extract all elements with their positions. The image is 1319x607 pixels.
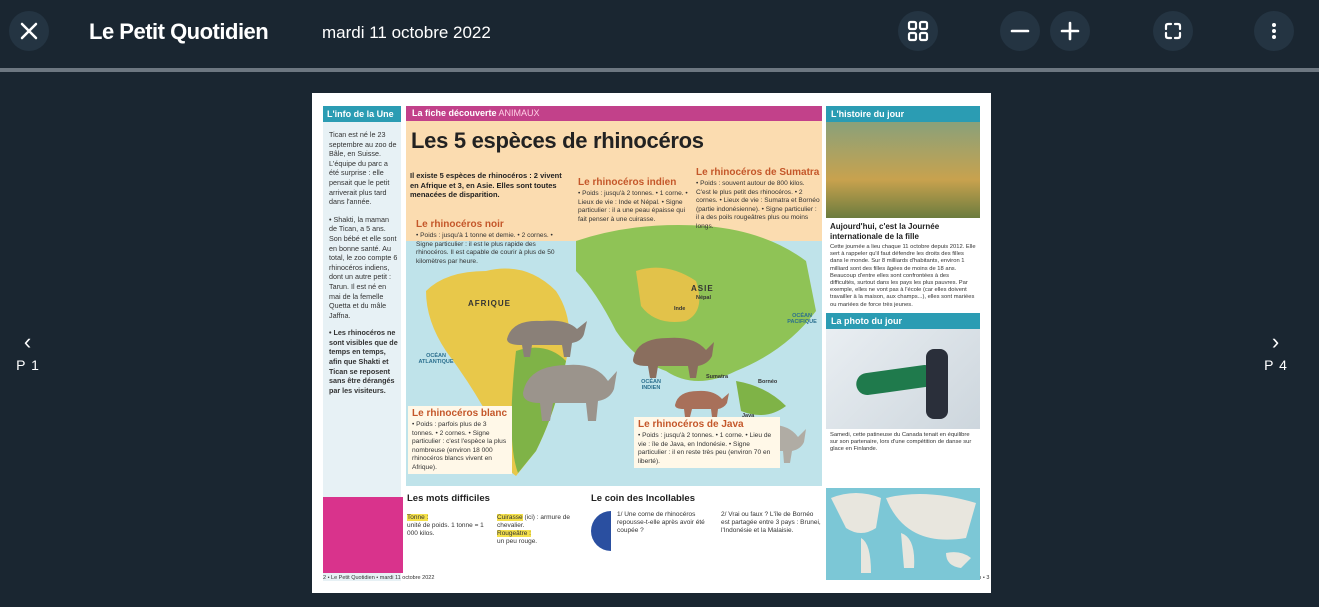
question-2: 2/ Vrai ou faux ? L'île de Bornéo est pa…: [721, 511, 821, 534]
label-ocean-pacifique: OCÉAN PACIFIQUE: [787, 313, 817, 325]
close-icon: [20, 22, 38, 40]
photo-caption: Samedi, cette patineuse du Canada tenait…: [830, 431, 972, 453]
mots-difficiles: Les mots difficiles Tonne : unité de poi…: [407, 493, 577, 546]
info-une-header: L'info de la Une: [323, 106, 401, 122]
rhino-indien-illustration: [633, 337, 714, 378]
label-asie: ASIE: [691, 284, 714, 293]
box-rhino-blanc: Le rhinocéros blanc • Poids : parfois pl…: [408, 406, 512, 474]
rhino-java-title: Le rhinocéros de Java: [638, 419, 744, 430]
rhino-indien-title: Le rhinocéros indien: [578, 177, 677, 188]
label-nepal: Népal: [696, 295, 711, 301]
newspaper-spread[interactable]: L'info de la Une Tican est né le 23 sept…: [312, 93, 991, 593]
minus-icon: [1010, 29, 1030, 33]
more-vertical-icon: [1272, 23, 1276, 39]
reading-progress-bar: [0, 68, 1319, 72]
incollables-logo: [591, 511, 611, 551]
fiche-decouverte: La fiche découverte ANIMAUX AFRIQUE ASIE…: [406, 106, 822, 486]
fiche-category: ANIMAUX: [498, 108, 540, 118]
label-inde: Inde: [674, 306, 686, 312]
info-une-paragraph-1: Tican est né le 23 septembre au zoo de B…: [329, 130, 397, 207]
word-tonne: Tonne :: [407, 514, 429, 521]
rhino-sumatra-text: • Poids : souvent autour de 800 kilos. C…: [696, 180, 820, 230]
rhino-sumatra-illustration: [675, 390, 729, 417]
chevron-left-icon: ‹: [23, 329, 33, 354]
rhino-blanc-title: Le rhinocéros blanc: [412, 408, 508, 419]
reading-progress-fill: [0, 68, 1319, 72]
photo-header: La photo du jour: [826, 312, 980, 329]
fiche-intro: Il existe 5 espèces de rhinocéros : 2 vi…: [410, 171, 562, 199]
word-rougeatre: Rougeâtre :: [497, 530, 531, 537]
footer-left: 2 • Le Petit Quotidien • mardi 11 octobr…: [323, 575, 435, 581]
issue-date: mardi 11 octobre 2022: [322, 23, 491, 42]
def-tonne: unité de poids. 1 tonne = 1 000 kilos.: [407, 522, 484, 537]
box-rhino-noir: Le rhinocéros noir • Poids : jusqu'à 1 t…: [412, 217, 570, 268]
fiche-tag: La fiche découverte: [412, 108, 497, 118]
photo-du-jour: [826, 328, 980, 429]
plus-icon: [1060, 21, 1080, 41]
info-une-paragraph-3: • Les rhinocéros ne sont visibles que de…: [329, 328, 398, 395]
label-afrique: AFRIQUE: [468, 299, 511, 308]
rhino-sumatra-title: Le rhinocéros de Sumatra: [696, 167, 820, 178]
zoom-out-button[interactable]: [1000, 11, 1040, 51]
promo-box: [323, 497, 403, 573]
locator-world-map: [826, 488, 980, 580]
rhino-blanc-text: • Poids : parfois plus de 3 tonnes. • 2 …: [412, 421, 507, 471]
word-cuirasse: Cuirasse: [497, 514, 523, 521]
more-options-button[interactable]: [1254, 11, 1294, 51]
right-column: L'histoire du jour Aujourd'hui, c'est la…: [826, 106, 980, 581]
box-rhino-sumatra: Le rhinocéros de Sumatra • Poids : souve…: [692, 165, 822, 233]
next-page-button[interactable]: › P 4: [1256, 329, 1296, 374]
mots-difficiles-title: Les mots difficiles: [407, 493, 490, 504]
coin-incollables: Le coin des Incollables 1/ Une corne de …: [591, 493, 823, 551]
publication-title: Le Petit Quotidien: [89, 19, 269, 44]
rhino-indien-text: • Poids : jusqu'à 2 tonnes. • 1 corne. •…: [578, 190, 688, 223]
thumbnails-button[interactable]: [898, 11, 938, 51]
box-rhino-indien: Le rhinocéros indien • Poids : jusqu'à 2…: [574, 175, 692, 226]
fiche-title: Les 5 espèces de rhinocéros: [411, 128, 704, 153]
histoire-title: Aujourd'hui, c'est la Journée internatio…: [830, 222, 940, 241]
previous-page-button[interactable]: ‹ P 1: [8, 329, 48, 374]
info-une-paragraph-2: • Shakti, la maman de Tican, a 5 ans. So…: [329, 214, 398, 320]
label-ocean-atlantique: OCÉAN ATLANTIQUE: [418, 353, 454, 365]
close-button[interactable]: [9, 11, 49, 51]
rhino-world-map: AFRIQUE ASIE OCÉAN ATLANTIQUE OCÉAN INDI…: [406, 121, 822, 486]
fullscreen-button[interactable]: [1153, 11, 1193, 51]
box-rhino-java: Le rhinocéros de Java • Poids : jusqu'à …: [634, 417, 780, 468]
histoire-photo: [826, 122, 980, 218]
coin-incollables-title: Le coin des Incollables: [591, 493, 696, 504]
rhino-noir-title: Le rhinocéros noir: [416, 219, 504, 230]
rhino-blanc-illustration: [523, 364, 617, 421]
fullscreen-icon: [1164, 22, 1182, 40]
next-page-label: P 4: [1264, 357, 1288, 373]
label-borneo: Bornéo: [758, 379, 778, 385]
zoom-in-button[interactable]: [1050, 11, 1090, 51]
top-toolbar: Le Petit Quotidien mardi 11 octobre 2022: [0, 0, 1319, 66]
histoire-header: L'histoire du jour: [826, 106, 980, 122]
rhino-noir-illustration: [507, 320, 587, 357]
chevron-right-icon: ›: [1271, 329, 1281, 354]
rhino-java-text: • Poids : jusqu'à 2 tonnes. • 1 corne. •…: [638, 432, 772, 465]
bottom-strip: Les mots difficiles Tonne : unité de poi…: [323, 493, 823, 581]
def-rougeatre: un peu rouge.: [497, 538, 538, 545]
grid-icon: [907, 20, 929, 42]
question-1: 1/ Une corne de rhinocéros repousse-t-el…: [617, 511, 705, 534]
previous-page-label: P 1: [16, 357, 40, 373]
rhino-noir-text: • Poids : jusqu'à 1 tonne et demie. • 2 …: [416, 232, 555, 265]
histoire-text: Cette journée a lieu chaque 11 octobre d…: [830, 244, 976, 308]
